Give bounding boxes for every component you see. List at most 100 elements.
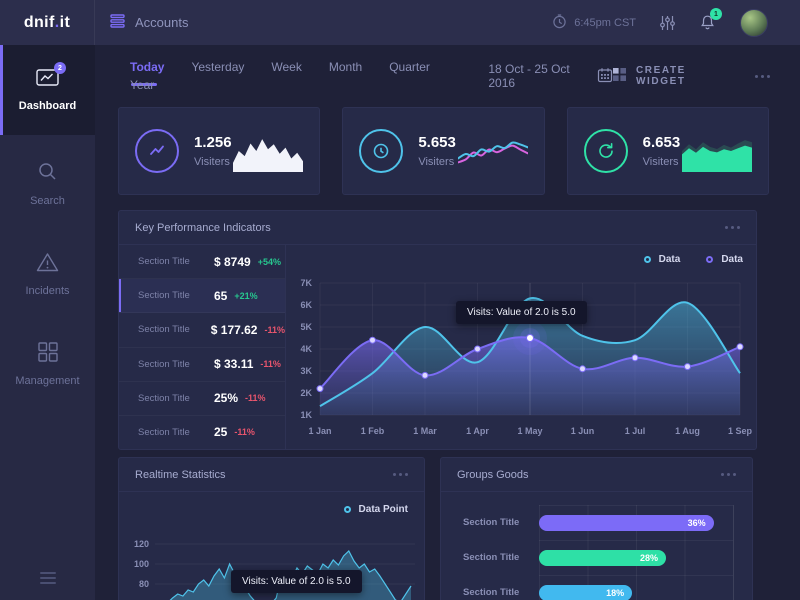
goal-label: Section Title <box>441 552 539 563</box>
notification-badge: 1 <box>710 8 722 20</box>
kpi-row-label: Section Title <box>138 393 202 404</box>
dashboard-icon: 2 <box>36 68 59 87</box>
date-range-picker[interactable]: 18 Oct - 25 Oct 2016 <box>488 62 613 90</box>
goal-track: 28% <box>539 540 734 575</box>
kpi-row-change: +54% <box>258 257 281 267</box>
svg-text:2K: 2K <box>300 388 312 398</box>
kpi-row-change: -11% <box>245 393 266 403</box>
realtime-statistics-panel: Realtime Statistics Data Point 12010080 … <box>118 457 425 600</box>
grid-icon <box>38 342 58 362</box>
sparkline-chart <box>233 128 303 174</box>
date-range-text: 18 Oct - 25 Oct 2016 <box>488 62 588 90</box>
tab-year[interactable]: Year <box>130 78 154 92</box>
legend-dot-icon <box>344 506 351 513</box>
legend-item[interactable]: Data <box>706 254 743 265</box>
sidebar-collapse-button[interactable] <box>0 572 95 584</box>
create-widget-button[interactable]: CREATE WIDGET <box>613 65 725 87</box>
svg-text:7K: 7K <box>300 278 312 288</box>
card-label: Visiters <box>643 156 681 168</box>
visitors-card-3[interactable]: 6.653 Visiters <box>567 107 769 195</box>
goal-bars: Section Title36%Section Title28%Section … <box>441 492 752 600</box>
svg-text:3K: 3K <box>300 366 312 376</box>
more-menu-icon[interactable] <box>755 75 770 78</box>
tab-week[interactable]: Week <box>271 60 301 74</box>
groups-goods-header: Groups Goods <box>441 458 752 492</box>
chart-legend: Data Data <box>644 254 743 265</box>
tabbar-actions: CREATE WIDGET <box>613 65 770 87</box>
chart-tooltip: Visits: Value of 2.0 is 5.0 <box>231 570 362 593</box>
kpi-row-value: $ 177.62 <box>211 323 258 337</box>
visitors-card-1[interactable]: 1.256 Visiters <box>118 107 320 195</box>
kpi-body: Section Title$ 8749+54%Section Title65+2… <box>119 245 756 449</box>
svg-text:1 Feb: 1 Feb <box>361 426 385 436</box>
topbar: dnif.it Accounts 6:45pm CST 1 <box>0 0 800 45</box>
sparkline-chart <box>458 128 528 174</box>
settings-sliders-button[interactable] <box>660 15 675 31</box>
period-tabs: Today Yesterday Week Month Quarter Year <box>130 58 475 94</box>
avatar[interactable] <box>740 9 768 37</box>
notifications-bell-button[interactable]: 1 <box>699 14 716 31</box>
visitors-card-2[interactable]: 5.653 Visiters <box>342 107 544 195</box>
svg-text:4K: 4K <box>300 344 312 354</box>
svg-text:1K: 1K <box>300 410 312 420</box>
groups-goods-panel: Groups Goods Section Title36% Section Tit… <box>440 457 753 600</box>
more-menu-icon[interactable] <box>393 473 408 476</box>
kpi-row-label: Section Title <box>138 256 202 267</box>
clock-ring-icon <box>359 129 403 173</box>
tab-yesterday[interactable]: Yesterday <box>191 60 244 74</box>
goal-progress-bar: 18% <box>539 585 632 600</box>
sidebar-label: Incidents <box>25 285 69 297</box>
stat-cards: 1.256 Visiters 5.653 Visiters <box>95 107 800 195</box>
logo[interactable]: dnif.it <box>0 0 95 45</box>
goal-row: Section Title36% <box>441 505 752 540</box>
legend-label: Data <box>659 254 681 265</box>
sidebar-item-dashboard[interactable]: 2 Dashboard <box>0 45 95 135</box>
tab-quarter[interactable]: Quarter <box>389 60 430 74</box>
kpi-row[interactable]: Section Title25%-11% <box>119 382 285 416</box>
svg-text:1 Aug: 1 Aug <box>675 426 700 436</box>
kpi-list: Section Title$ 8749+54%Section Title65+2… <box>119 245 286 449</box>
more-menu-icon[interactable] <box>721 473 736 476</box>
svg-text:1 May: 1 May <box>517 426 542 436</box>
sidebar-label: Management <box>15 375 79 387</box>
card-meta: 1.256 Visiters <box>194 134 232 168</box>
visits-line-chart[interactable]: 7K6K5K4K3K2K1K1 Jan1 Feb1 Mar1 Apr1 May1… <box>290 269 752 447</box>
svg-text:1 Mar: 1 Mar <box>413 426 437 436</box>
kpi-panel-header: Key Performance Indicators <box>119 211 756 245</box>
calendar-icon <box>597 67 613 86</box>
kpi-row[interactable]: Section Title$ 177.62-11% <box>119 313 285 347</box>
main-content: Today Yesterday Week Month Quarter Year 18 Oc… <box>95 45 800 600</box>
refresh-ring-icon <box>584 129 628 173</box>
kpi-row-change: +21% <box>234 291 257 301</box>
create-widget-label: CREATE WIDGET <box>636 65 725 87</box>
svg-text:120: 120 <box>134 539 149 549</box>
accounts-menu[interactable]: Accounts <box>110 14 188 31</box>
sidebar-item-search[interactable]: Search <box>0 143 95 225</box>
svg-text:80: 80 <box>139 579 149 589</box>
kpi-row[interactable]: Section Title25-11% <box>119 416 285 449</box>
sidebar-item-incidents[interactable]: Incidents <box>0 233 95 315</box>
goal-progress-bar: 28% <box>539 550 666 566</box>
kpi-row-change: -11% <box>234 427 255 437</box>
kpi-row[interactable]: Section Title$ 33.11-11% <box>119 348 285 382</box>
sidebar-label: Dashboard <box>19 100 76 112</box>
kpi-row-value: $ 33.11 <box>214 357 253 371</box>
goal-label: Section Title <box>441 587 539 598</box>
kpi-row[interactable]: Section Title$ 8749+54% <box>119 245 285 279</box>
tab-today[interactable]: Today <box>130 60 164 74</box>
kpi-row-change: -11% <box>264 325 285 335</box>
chart-legend: Data Point <box>344 504 408 515</box>
tab-month[interactable]: Month <box>329 60 362 74</box>
svg-text:1 Apr: 1 Apr <box>466 426 489 436</box>
card-label: Visiters <box>418 156 456 168</box>
kpi-row[interactable]: Section Title65+21% <box>119 279 285 313</box>
panel-title: Key Performance Indicators <box>135 222 271 234</box>
legend-item[interactable]: Data <box>644 254 681 265</box>
legend-item[interactable]: Data Point <box>344 504 408 515</box>
kpi-row-value: 25 <box>214 425 227 439</box>
svg-text:5K: 5K <box>300 322 312 332</box>
sidebar-item-management[interactable]: Management <box>0 323 95 405</box>
realtime-panel-header: Realtime Statistics <box>119 458 424 492</box>
goal-row: Section Title18% <box>441 575 752 600</box>
more-menu-icon[interactable] <box>725 226 740 229</box>
